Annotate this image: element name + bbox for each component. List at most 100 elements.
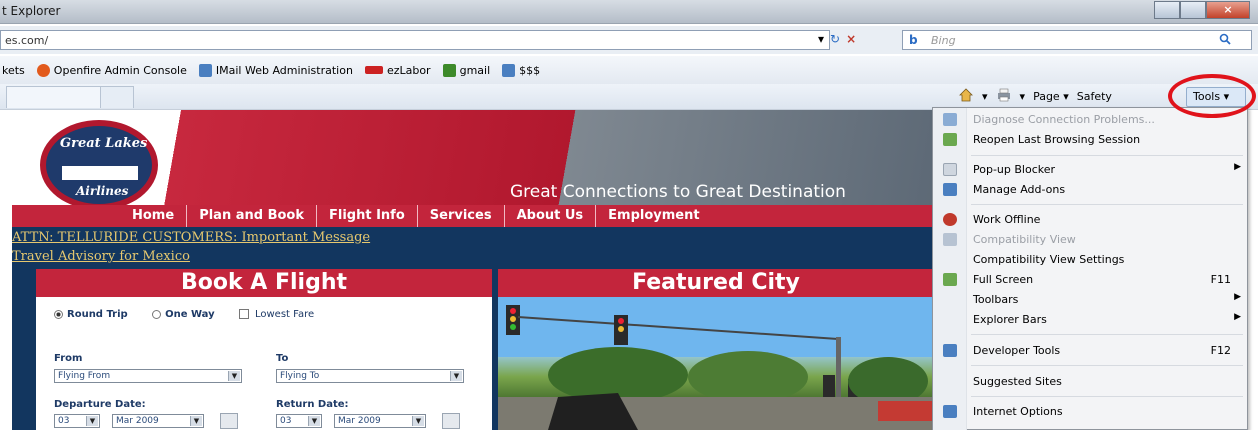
nav-flight-info[interactable]: Flight Info <box>317 205 418 227</box>
street-scene-illustration <box>498 297 934 430</box>
favorite-item[interactable]: $$$ <box>502 63 541 77</box>
menu-item-compatibility-view[interactable]: Compatibility View <box>933 230 1249 250</box>
tools-menu: Diagnose Connection Problems... Reopen L… <box>932 107 1248 430</box>
favorite-item[interactable]: IMail Web Administration <box>198 63 353 77</box>
from-select-value: Flying From <box>58 371 111 381</box>
menu-item-label: Reopen Last Browsing Session <box>973 133 1141 146</box>
menu-item-reopen-session[interactable]: Reopen Last Browsing Session <box>933 130 1249 150</box>
return-month-select[interactable]: Mar 2009 ▼ <box>334 414 426 428</box>
departure-month-select[interactable]: Mar 2009 ▼ <box>112 414 204 428</box>
alert-link-mexico[interactable]: Travel Advisory for Mexico <box>12 249 190 264</box>
diagnose-icon <box>943 113 957 126</box>
round-trip-label: Round Trip <box>67 309 128 320</box>
ie-page-icon <box>502 63 516 77</box>
close-button[interactable]: × <box>1206 1 1250 19</box>
one-way-label: One Way <box>165 309 215 320</box>
refresh-icon[interactable]: ↻ <box>830 32 840 46</box>
menu-item-label: Internet Options <box>973 405 1063 418</box>
maximize-button[interactable] <box>1180 1 1206 19</box>
site-tagline: Great Connections to Great Destination <box>510 182 846 202</box>
menu-item-explorer-bars[interactable]: Explorer Bars ▶ <box>933 310 1249 330</box>
round-trip-radio[interactable] <box>54 309 63 319</box>
menu-item-suggested-sites[interactable]: Suggested Sites <box>933 372 1249 392</box>
command-items: ▾ ▾ Page ▾ Safety <box>958 88 1112 105</box>
lowest-fare-checkbox[interactable] <box>238 309 249 319</box>
menu-item-popup-blocker[interactable]: Pop-up Blocker ▶ <box>933 160 1249 180</box>
favorite-label: IMail Web Administration <box>215 63 353 77</box>
nav-plan-and-book[interactable]: Plan and Book <box>187 205 317 227</box>
nav-about-us[interactable]: About Us <box>505 205 597 227</box>
departure-day-value: 03 <box>58 416 70 426</box>
menu-item-compatibility-view-settings[interactable]: Compatibility View Settings <box>933 250 1249 270</box>
menu-item-manage-addons[interactable]: Manage Add-ons <box>933 180 1249 200</box>
menu-item-full-screen[interactable]: Full Screen F11 <box>933 270 1249 290</box>
print-icon[interactable] <box>996 88 1012 105</box>
menu-item-work-offline[interactable]: Work Offline <box>933 210 1249 230</box>
home-icon[interactable] <box>958 88 974 105</box>
stop-icon[interactable]: × <box>846 32 856 46</box>
booking-form: Round Trip One Way Lowest Fare From To F… <box>36 297 492 430</box>
menu-item-toolbars[interactable]: Toolbars ▶ <box>933 290 1249 310</box>
home-dropdown-icon[interactable]: ▾ <box>982 90 988 103</box>
shortcut-f11: F11 <box>1210 273 1231 286</box>
address-input[interactable]: es.com/ <box>0 30 830 50</box>
search-input[interactable]: b Bing <box>902 30 1252 50</box>
favorite-label: $$$ <box>519 63 541 77</box>
addons-icon <box>943 183 957 196</box>
from-label: From <box>54 353 83 364</box>
departure-date-label: Departure Date: <box>54 399 146 410</box>
menu-separator <box>971 365 1243 366</box>
submenu-arrow-icon: ▶ <box>1234 312 1241 322</box>
featured-city-photo[interactable] <box>498 297 934 430</box>
logo-text-great-lakes: Great Lakes <box>60 136 148 151</box>
airline-logo[interactable]: Great Lakes Airlines <box>40 120 158 210</box>
content-area: Book A Flight Featured City Round Trip O… <box>12 269 934 430</box>
chevron-down-icon: ▼ <box>86 416 98 426</box>
return-day-select[interactable]: 03 ▼ <box>276 414 322 428</box>
menu-item-internet-options[interactable]: Internet Options <box>933 402 1249 422</box>
favorite-item[interactable]: kets <box>2 64 25 77</box>
print-dropdown-icon[interactable]: ▾ <box>1020 90 1026 103</box>
nav-home[interactable]: Home <box>120 205 188 227</box>
logo-wing <box>62 166 138 180</box>
menu-separator <box>971 396 1243 397</box>
favorite-item[interactable]: ezLabor <box>364 64 431 77</box>
favorite-label: Openfire Admin Console <box>53 63 187 77</box>
compat-view-icon <box>943 233 957 246</box>
nav-employment[interactable]: Employment <box>596 205 711 227</box>
gmail-icon <box>442 63 456 77</box>
to-select-value: Flying To <box>280 371 320 381</box>
nav-services[interactable]: Services <box>418 205 505 227</box>
site-nav: Home Plan and Book Flight Info Services … <box>12 205 934 227</box>
work-offline-icon <box>943 213 957 226</box>
menu-item-label: Compatibility View <box>973 233 1076 246</box>
menu-item-label: Diagnose Connection Problems... <box>973 113 1155 126</box>
fullscreen-icon <box>943 273 957 286</box>
departure-calendar-icon[interactable] <box>220 413 238 429</box>
bing-logo-icon: b <box>909 33 918 47</box>
search-icon[interactable] <box>1219 33 1231 48</box>
chevron-down-icon: ▼ <box>412 416 424 426</box>
to-select[interactable]: Flying To ▼ <box>276 369 464 383</box>
favorite-item[interactable]: Openfire Admin Console <box>36 63 187 77</box>
one-way-radio[interactable] <box>152 309 162 319</box>
openfire-icon <box>36 63 50 77</box>
return-calendar-icon[interactable] <box>442 413 460 429</box>
return-day-value: 03 <box>280 416 292 426</box>
favorite-item[interactable]: gmail <box>442 63 491 77</box>
minimize-button[interactable] <box>1154 1 1180 19</box>
safety-menu-button[interactable]: Safety <box>1077 90 1112 103</box>
menu-item-label: Pop-up Blocker <box>973 163 1056 176</box>
alert-link-telluride[interactable]: ATTN: TELLURIDE CUSTOMERS: Important Mes… <box>12 230 370 245</box>
menu-item-developer-tools[interactable]: Developer Tools F12 <box>933 341 1249 361</box>
from-select[interactable]: Flying From ▼ <box>54 369 242 383</box>
shortcut-f12: F12 <box>1210 344 1231 357</box>
address-dropdown-button[interactable]: ▾ <box>818 32 824 46</box>
return-date-label: Return Date: <box>276 399 349 410</box>
departure-day-select[interactable]: 03 ▼ <box>54 414 100 428</box>
new-tab-button[interactable] <box>100 86 134 108</box>
chevron-down-icon: ▼ <box>190 416 202 426</box>
page-menu-button[interactable]: Page ▾ <box>1033 90 1069 103</box>
favorite-label: gmail <box>459 63 491 77</box>
search-placeholder: Bing <box>931 34 956 47</box>
